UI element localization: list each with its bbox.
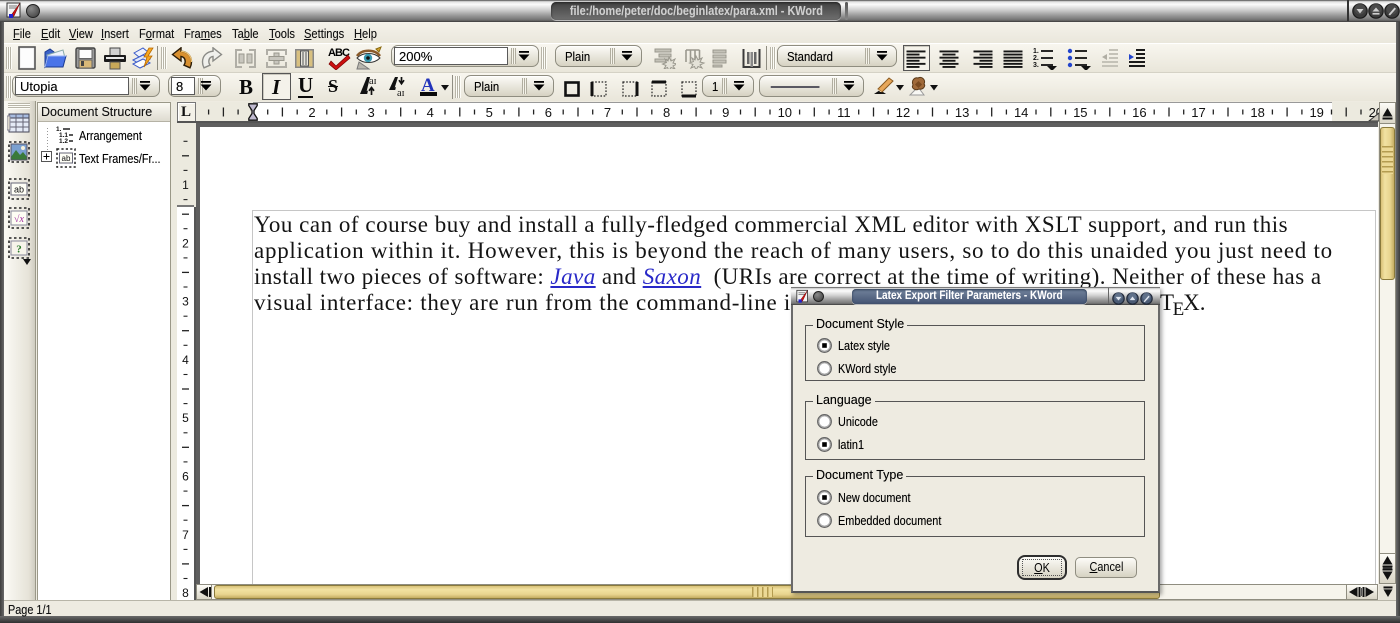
- svg-text:17: 17: [1191, 105, 1205, 120]
- svg-text:3: 3: [182, 295, 189, 309]
- svg-text:4: 4: [182, 353, 189, 367]
- svg-text:?: ?: [16, 244, 22, 256]
- svg-text:1.2: 1.2: [59, 138, 68, 143]
- svg-text:5: 5: [182, 411, 189, 425]
- svg-text:13: 13: [955, 105, 969, 120]
- svg-text:8: 8: [663, 105, 670, 120]
- svg-text:4: 4: [427, 105, 434, 120]
- svg-text:11: 11: [837, 105, 851, 120]
- svg-text:1.: 1.: [1033, 48, 1039, 55]
- svg-text:7: 7: [604, 105, 611, 120]
- svg-text:7: 7: [182, 528, 189, 542]
- svg-text:3.: 3.: [1033, 62, 1039, 69]
- svg-text:16: 16: [1132, 105, 1146, 120]
- svg-text:6: 6: [545, 105, 552, 120]
- svg-text:9: 9: [722, 105, 729, 120]
- svg-text:ab: ab: [62, 154, 71, 163]
- svg-text:19: 19: [1309, 105, 1323, 120]
- svg-text:2.: 2.: [1033, 55, 1039, 62]
- svg-text:2: 2: [308, 105, 315, 120]
- svg-text:5: 5: [486, 105, 493, 120]
- svg-text:ab: ab: [14, 185, 24, 195]
- svg-text:aɪ: aɪ: [369, 76, 377, 87]
- svg-text:3: 3: [367, 105, 374, 120]
- svg-text:10: 10: [778, 105, 792, 120]
- svg-text:1: 1: [182, 178, 189, 192]
- svg-text:aɪ: aɪ: [397, 88, 405, 97]
- svg-text:8: 8: [182, 586, 189, 600]
- svg-text:6: 6: [182, 470, 189, 484]
- svg-text:2: 2: [182, 236, 189, 250]
- svg-text:12: 12: [896, 105, 910, 120]
- svg-text:18: 18: [1250, 105, 1264, 120]
- svg-text:14: 14: [1014, 105, 1028, 120]
- svg-text:15: 15: [1073, 105, 1087, 120]
- svg-text:√x: √x: [14, 214, 24, 225]
